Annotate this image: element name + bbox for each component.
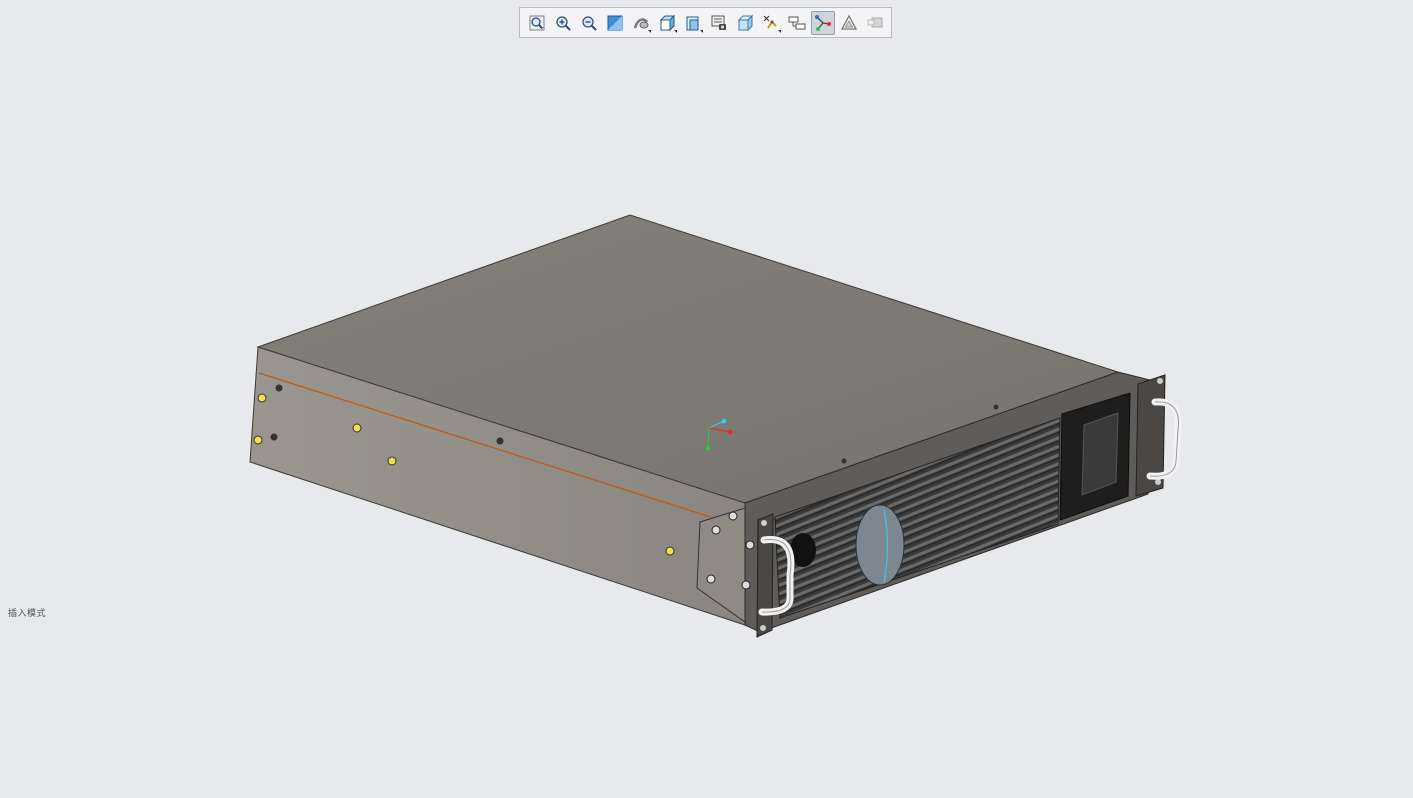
front-fan-cover: [855, 504, 905, 586]
status-mode-label: 插入模式: [8, 609, 47, 619]
rack-ear-left: [756, 513, 774, 638]
graphics-viewport[interactable]: [0, 0, 1413, 798]
